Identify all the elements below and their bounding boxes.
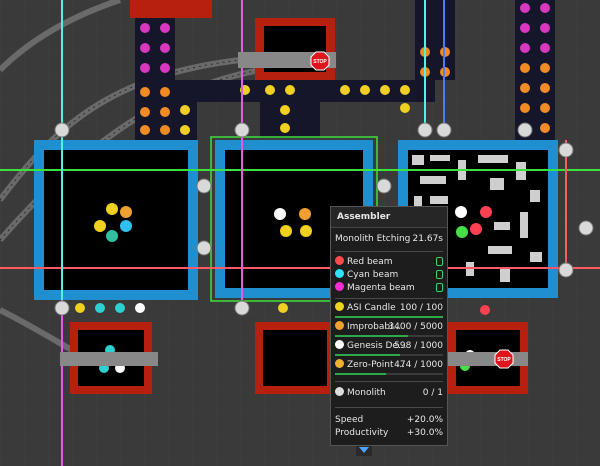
recipe-row: Monolith Etching 21.67s <box>335 233 443 245</box>
genesis-icon <box>335 340 344 349</box>
output-row: Monolith 0 / 1 <box>335 387 443 399</box>
input-row: Zero-Point ... 474 / 1000 <box>335 359 443 371</box>
progress-fill <box>335 354 400 356</box>
battery-icon <box>436 283 443 292</box>
zero-point-icon <box>335 359 344 368</box>
battery-icon <box>436 270 443 279</box>
train-stop-depot[interactable] <box>130 0 212 18</box>
tooltip-title: Assembler <box>331 207 447 228</box>
input-row: Genesis De... 598 / 1000 <box>335 340 443 352</box>
asi-candle-icon <box>335 302 344 311</box>
beam-label: Magenta beam <box>347 283 415 293</box>
input-progress-bar <box>335 335 443 337</box>
beam-row-magenta: Magenta beam <box>335 282 443 294</box>
improbability-icon <box>335 321 344 330</box>
stop-sign[interactable]: STOP <box>494 349 514 369</box>
productivity-row: Productivity +30.0% <box>335 427 443 439</box>
input-row: Improbabi... 3400 / 5000 <box>335 321 443 333</box>
conveyor-belt[interactable] <box>175 80 435 102</box>
productivity-value: +30.0% <box>406 428 443 438</box>
cyan-beam-icon <box>335 269 344 278</box>
assembler-tooltip: Assembler Monolith Etching 21.67s Red be… <box>330 206 448 446</box>
conveyor-belt[interactable] <box>260 102 320 138</box>
input-amount: 598 / 1000 <box>394 341 443 351</box>
monolith-icon <box>335 387 344 396</box>
recipe-time: 21.67s <box>412 234 443 244</box>
magenta-beam-icon <box>335 282 344 291</box>
input-amount: 3400 / 5000 <box>388 322 443 332</box>
input-progress-bar <box>335 373 443 375</box>
speed-row: Speed +20.0% <box>335 414 443 426</box>
red-beam-icon <box>335 256 344 265</box>
progress-fill <box>335 335 409 337</box>
input-progress-bar <box>335 354 443 356</box>
battery-icon <box>436 257 443 266</box>
speed-value: +20.0% <box>406 415 443 425</box>
stop-sign[interactable]: STOP <box>310 51 330 71</box>
input-name: ASI Candle <box>347 303 396 313</box>
progress-fill <box>335 316 443 318</box>
output-name: Monolith <box>347 388 386 398</box>
conveyor-belt[interactable] <box>60 352 158 366</box>
train-stop-depot[interactable] <box>255 322 335 394</box>
recipe-name: Monolith Etching <box>335 234 411 244</box>
beam-label: Red beam <box>347 257 393 267</box>
stop-sign-label: STOP <box>313 59 327 65</box>
beam-label: Cyan beam <box>347 270 399 280</box>
train-stop-depot[interactable] <box>255 18 335 80</box>
conveyor-belt[interactable] <box>448 352 528 366</box>
input-progress-bar <box>335 316 443 318</box>
factory-map[interactable]: STOP STOP <box>0 0 600 466</box>
beam-row-cyan: Cyan beam <box>335 269 443 281</box>
stop-sign-label: STOP <box>497 357 511 363</box>
output-amount: 0 / 1 <box>422 388 443 398</box>
input-row: ASI Candle 100 / 100 <box>335 302 443 314</box>
input-amount: 100 / 100 <box>399 303 443 313</box>
progress-fill <box>335 373 387 375</box>
input-amount: 474 / 1000 <box>394 360 443 370</box>
beam-row-red: Red beam <box>335 256 443 268</box>
productivity-label: Productivity <box>335 428 389 438</box>
speed-label: Speed <box>335 415 364 425</box>
assembler-machine[interactable] <box>34 140 198 300</box>
